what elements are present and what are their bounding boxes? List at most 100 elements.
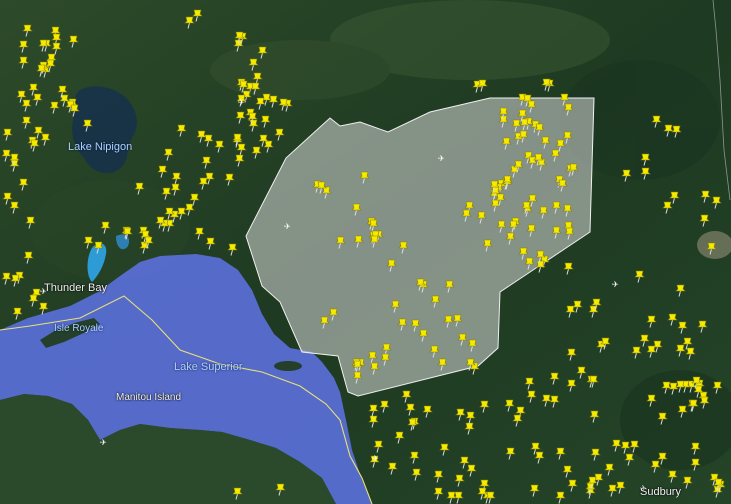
yellow-pushpin-icon[interactable] [556,179,569,192]
yellow-pushpin-icon[interactable] [233,31,246,44]
yellow-pushpin-icon[interactable] [525,390,538,403]
yellow-pushpin-icon[interactable] [334,236,347,249]
yellow-pushpin-icon[interactable] [200,156,213,169]
yellow-pushpin-icon[interactable] [428,345,441,359]
yellow-pushpin-icon[interactable] [259,115,272,128]
yellow-pushpin-icon[interactable] [670,125,683,138]
yellow-pushpin-icon[interactable] [533,451,546,464]
yellow-pushpin-icon[interactable] [674,284,687,297]
yellow-pushpin-icon[interactable] [372,440,385,453]
yellow-pushpin-icon[interactable] [410,468,423,481]
yellow-pushpin-icon[interactable] [24,216,37,229]
yellow-pushpin-icon[interactable] [213,140,226,153]
yellow-pushpin-icon[interactable] [567,163,580,176]
yellow-pushpin-icon[interactable] [350,203,363,216]
yellow-pushpin-icon[interactable] [532,153,545,166]
map-view[interactable]: ✈ ✈ ✈ ✈ ✈ ✈ ✈ ✈ Lake Nipigon Thunder Bay Isle R… [0,0,731,504]
yellow-pushpin-icon[interactable] [68,104,81,117]
yellow-pushpin-icon[interactable] [379,353,392,366]
yellow-pushpin-icon[interactable] [689,458,702,471]
yellow-pushpin-icon[interactable] [438,443,451,456]
yellow-pushpin-icon[interactable] [633,270,646,283]
yellow-pushpin-icon[interactable] [537,206,550,219]
yellow-pushpin-icon[interactable] [175,124,188,137]
yellow-pushpin-icon[interactable] [504,447,517,460]
yellow-pushpin-icon[interactable] [589,448,602,461]
yellow-pushpin-icon[interactable] [421,405,434,418]
yellow-pushpin-icon[interactable] [698,396,711,410]
yellow-pushpin-icon[interactable] [558,93,571,107]
yellow-pushpin-icon[interactable] [503,399,516,412]
yellow-pushpin-icon[interactable] [710,196,723,209]
yellow-pushpin-icon[interactable] [463,422,476,435]
yellow-pushpin-icon[interactable] [404,403,417,416]
yellow-pushpin-icon[interactable] [540,78,553,91]
yellow-pushpin-icon[interactable] [318,316,331,329]
yellow-pushpin-icon[interactable] [429,295,442,308]
yellow-pushpin-icon[interactable] [183,16,196,29]
yellow-pushpin-icon[interactable] [712,478,725,491]
yellow-pushpin-icon[interactable] [267,95,280,108]
yellow-pushpin-icon[interactable] [497,107,510,120]
yellow-pushpin-icon[interactable] [565,379,578,392]
yellow-pushpin-icon[interactable] [315,181,328,194]
yellow-pushpin-icon[interactable] [533,123,546,137]
yellow-pushpin-icon[interactable] [231,487,244,501]
yellow-pushpin-icon[interactable] [436,358,449,371]
yellow-pushpin-icon[interactable] [630,346,643,359]
yellow-pushpin-icon[interactable] [385,259,398,272]
yellow-pushpin-icon[interactable] [250,146,263,159]
yellow-pushpin-icon[interactable] [82,236,95,249]
yellow-pushpin-icon[interactable] [526,194,539,207]
yellow-pushpin-icon[interactable] [28,139,41,152]
yellow-pushpin-icon[interactable] [50,42,63,56]
yellow-pushpin-icon[interactable] [666,470,679,483]
yellow-pushpin-icon[interactable] [689,442,702,456]
yellow-pushpin-icon[interactable] [454,408,467,421]
yellow-pushpin-icon[interactable] [661,201,674,214]
yellow-pushpin-icon[interactable] [156,165,169,178]
yellow-pushpin-icon[interactable] [368,362,381,375]
yellow-pushpin-icon[interactable] [133,182,146,195]
yellow-pushpin-icon[interactable] [554,447,567,460]
yellow-pushpin-icon[interactable] [645,345,658,358]
yellow-pushpin-icon[interactable] [599,337,612,350]
yellow-pushpin-icon[interactable] [586,476,599,489]
yellow-pushpin-icon[interactable] [183,203,196,216]
yellow-pushpin-icon[interactable] [705,242,718,255]
yellow-pushpin-icon[interactable] [610,439,623,452]
yellow-pushpin-icon[interactable] [393,431,406,444]
yellow-pushpin-icon[interactable] [649,460,662,473]
yellow-pushpin-icon[interactable] [460,209,473,222]
yellow-pushpin-icon[interactable] [554,491,567,504]
yellow-pushpin-icon[interactable] [367,404,380,417]
yellow-pushpin-icon[interactable] [676,405,689,418]
yellow-pushpin-icon[interactable] [432,487,445,500]
yellow-pushpin-icon[interactable] [160,187,173,200]
yellow-pushpin-icon[interactable] [400,390,413,403]
yellow-pushpin-icon[interactable] [500,137,513,150]
yellow-pushpin-icon[interactable] [507,220,520,233]
yellow-pushpin-icon[interactable] [548,372,561,385]
yellow-pushpin-icon[interactable] [523,377,536,390]
yellow-pushpin-icon[interactable] [408,451,421,464]
yellow-pushpin-icon[interactable] [606,484,619,497]
yellow-pushpin-icon[interactable] [561,131,574,144]
yellow-pushpin-icon[interactable] [674,380,687,393]
yellow-pushpin-icon[interactable] [620,169,633,182]
yellow-pushpin-icon[interactable] [0,272,13,285]
yellow-pushpin-icon[interactable] [21,24,34,37]
yellow-pushpin-icon[interactable] [476,79,489,92]
yellow-pushpin-icon[interactable] [197,177,210,190]
yellow-pushpin-icon[interactable] [525,100,538,113]
yellow-pushpin-icon[interactable] [681,476,694,489]
yellow-pushpin-icon[interactable] [562,262,575,275]
yellow-pushpin-icon[interactable] [417,329,430,342]
yellow-pushpin-icon[interactable] [432,470,445,483]
yellow-pushpin-icon[interactable] [561,465,574,478]
yellow-pushpin-icon[interactable] [406,418,419,431]
yellow-pushpin-icon[interactable] [352,235,365,249]
yellow-pushpin-icon[interactable] [464,358,477,371]
yellow-pushpin-icon[interactable] [368,235,381,248]
yellow-pushpin-icon[interactable] [17,56,30,69]
